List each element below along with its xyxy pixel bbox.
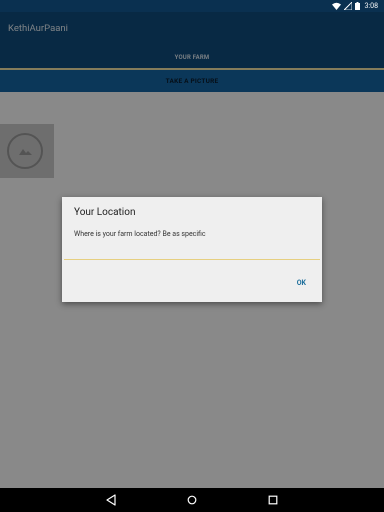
back-icon[interactable]	[106, 494, 116, 506]
location-input[interactable]	[64, 243, 320, 260]
dialog-title: Your Location	[74, 207, 136, 218]
signal-icon	[343, 2, 352, 10]
app-screen: 3:08 KethiAurPaani YOUR FARM TAKE A PICT…	[0, 0, 384, 512]
status-bar: 3:08	[0, 0, 384, 12]
wifi-icon	[331, 2, 341, 10]
home-icon[interactable]	[187, 495, 197, 505]
battery-icon	[354, 2, 360, 10]
status-time: 3:08	[364, 2, 379, 10]
dialog-message: Where is your farm located? Be as specif…	[74, 230, 206, 238]
recents-icon[interactable]	[268, 495, 278, 505]
location-dialog: Your Location Where is your farm located…	[62, 197, 322, 302]
ok-button[interactable]: OK	[297, 279, 306, 287]
status-icons: 3:08	[331, 1, 379, 11]
